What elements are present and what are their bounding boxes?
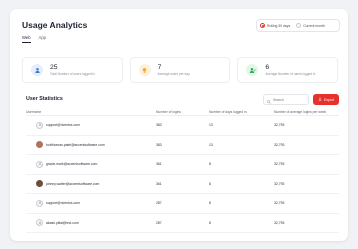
avatar bbox=[36, 180, 43, 188]
username: johnny.walter@accentsoftware.com bbox=[46, 181, 100, 186]
export-button[interactable]: Export bbox=[313, 94, 339, 105]
download-icon bbox=[318, 97, 322, 102]
analytics-card: Usage Analytics Rolling 30 days Current … bbox=[10, 9, 348, 241]
range-option-rolling[interactable]: Rolling 30 days bbox=[260, 23, 290, 28]
range-option-current-month[interactable]: Current month bbox=[296, 23, 325, 28]
range-option-label: Current month bbox=[303, 23, 325, 28]
table-row[interactable]: johnny.walter@accentsoftware.com 361 8 32,7… bbox=[26, 175, 339, 194]
user-avatar-icon bbox=[36, 199, 43, 207]
table-row[interactable]: support@ricentus.com 383 13 32,793 bbox=[26, 116, 339, 136]
stat-card-average-users: 7 Average users per day bbox=[129, 57, 231, 83]
average-cell: 32,793 bbox=[274, 201, 285, 206]
search-input[interactable] bbox=[273, 97, 307, 102]
user-avatar-icon bbox=[36, 160, 43, 168]
stat-value: 7 bbox=[157, 63, 162, 71]
column-header-average[interactable]: Number of average logins per week bbox=[274, 110, 339, 114]
username-cell: support@ricentus.com bbox=[26, 121, 156, 129]
logins-cell: 361 bbox=[156, 162, 162, 167]
username-cell: bobthomas.patel@accentsoftware.com bbox=[26, 141, 156, 149]
column-header-logins[interactable]: Number of logins bbox=[156, 110, 209, 114]
logins-cell: 287 bbox=[156, 220, 162, 225]
stat-card-average-logged-in: 6 Average Number of users logged in bbox=[237, 57, 339, 83]
stat-value: 25 bbox=[50, 63, 58, 71]
days-cell: 13 bbox=[209, 123, 213, 128]
users-icon bbox=[31, 64, 43, 76]
days-cell: 8 bbox=[209, 220, 211, 225]
user-avatar-icon bbox=[36, 121, 43, 129]
table-row[interactable]: support@ricentus.com 287 8 32,793 bbox=[26, 194, 339, 214]
column-header-days[interactable]: Number of days logged in bbox=[209, 110, 274, 114]
stat-label: Total Number of users logged in bbox=[50, 72, 96, 77]
username: support@ricentus.com bbox=[46, 201, 80, 206]
days-cell: 8 bbox=[209, 162, 211, 167]
username-cell: johnny.walter@accentsoftware.com bbox=[26, 180, 156, 188]
logins-cell: 383 bbox=[156, 142, 162, 147]
user-check-icon bbox=[246, 64, 259, 76]
stat-value: 6 bbox=[265, 63, 270, 71]
days-cell: 13 bbox=[209, 142, 213, 147]
tab-web[interactable]: Web bbox=[22, 35, 31, 43]
average-cell: 32,793 bbox=[274, 181, 285, 186]
table-row[interactable]: akash.pillai@ieci.com 287 8 32,793 bbox=[26, 214, 339, 233]
average-cell: 32,793 bbox=[274, 220, 285, 225]
lightbulb-icon bbox=[138, 64, 151, 76]
table-row[interactable]: bobthomas.patel@accentsoftware.com 383 13 3… bbox=[26, 136, 339, 155]
platform-tabs: Web App bbox=[22, 35, 54, 43]
stat-label: Average Number of users logged in bbox=[265, 72, 316, 77]
search-box[interactable] bbox=[263, 94, 309, 105]
radio-unselected-icon bbox=[296, 23, 302, 28]
page-title: Usage Analytics bbox=[22, 20, 88, 30]
username: bobthomas.patel@accentsoftware.com bbox=[46, 142, 105, 147]
export-label: Export bbox=[324, 97, 334, 102]
user-avatar-icon bbox=[36, 219, 43, 227]
days-cell: 8 bbox=[209, 181, 211, 186]
average-cell: 32,793 bbox=[274, 162, 285, 167]
logins-cell: 383 bbox=[156, 123, 162, 128]
stats-row: 25 Total Number of users logged in 7 Ave… bbox=[22, 57, 339, 83]
logins-cell: 361 bbox=[156, 181, 162, 186]
username: gracie.mark@accentsoftware.com bbox=[46, 162, 98, 167]
date-range-selector: Rolling 30 days Current month bbox=[256, 19, 340, 32]
table-row[interactable]: gracie.mark@accentsoftware.com 361 8 32,793 bbox=[26, 155, 339, 175]
days-cell: 8 bbox=[209, 201, 211, 206]
username: akash.pillai@ieci.com bbox=[46, 220, 79, 225]
username: support@ricentus.com bbox=[46, 123, 80, 128]
average-cell: 32,793 bbox=[274, 123, 285, 128]
column-header-username[interactable]: Username bbox=[26, 110, 156, 114]
section-title: User Statistics bbox=[26, 96, 63, 102]
logins-cell: 287 bbox=[156, 201, 162, 206]
username-cell: support@ricentus.com bbox=[26, 199, 156, 207]
avatar bbox=[36, 141, 43, 149]
range-option-label: Rolling 30 days bbox=[267, 23, 291, 28]
stat-label: Average users per day bbox=[157, 72, 190, 77]
radio-selected-icon bbox=[260, 23, 265, 28]
average-cell: 32,793 bbox=[274, 142, 285, 147]
stat-card-total-users: 25 Total Number of users logged in bbox=[22, 57, 123, 83]
table-header: Username Number of logins Number of days… bbox=[26, 109, 339, 116]
username-cell: akash.pillai@ieci.com bbox=[26, 219, 156, 227]
username-cell: gracie.mark@accentsoftware.com bbox=[26, 160, 156, 168]
user-statistics-table: Username Number of logins Number of days… bbox=[26, 109, 339, 233]
search-icon bbox=[267, 91, 271, 109]
tab-app[interactable]: App bbox=[39, 35, 46, 43]
